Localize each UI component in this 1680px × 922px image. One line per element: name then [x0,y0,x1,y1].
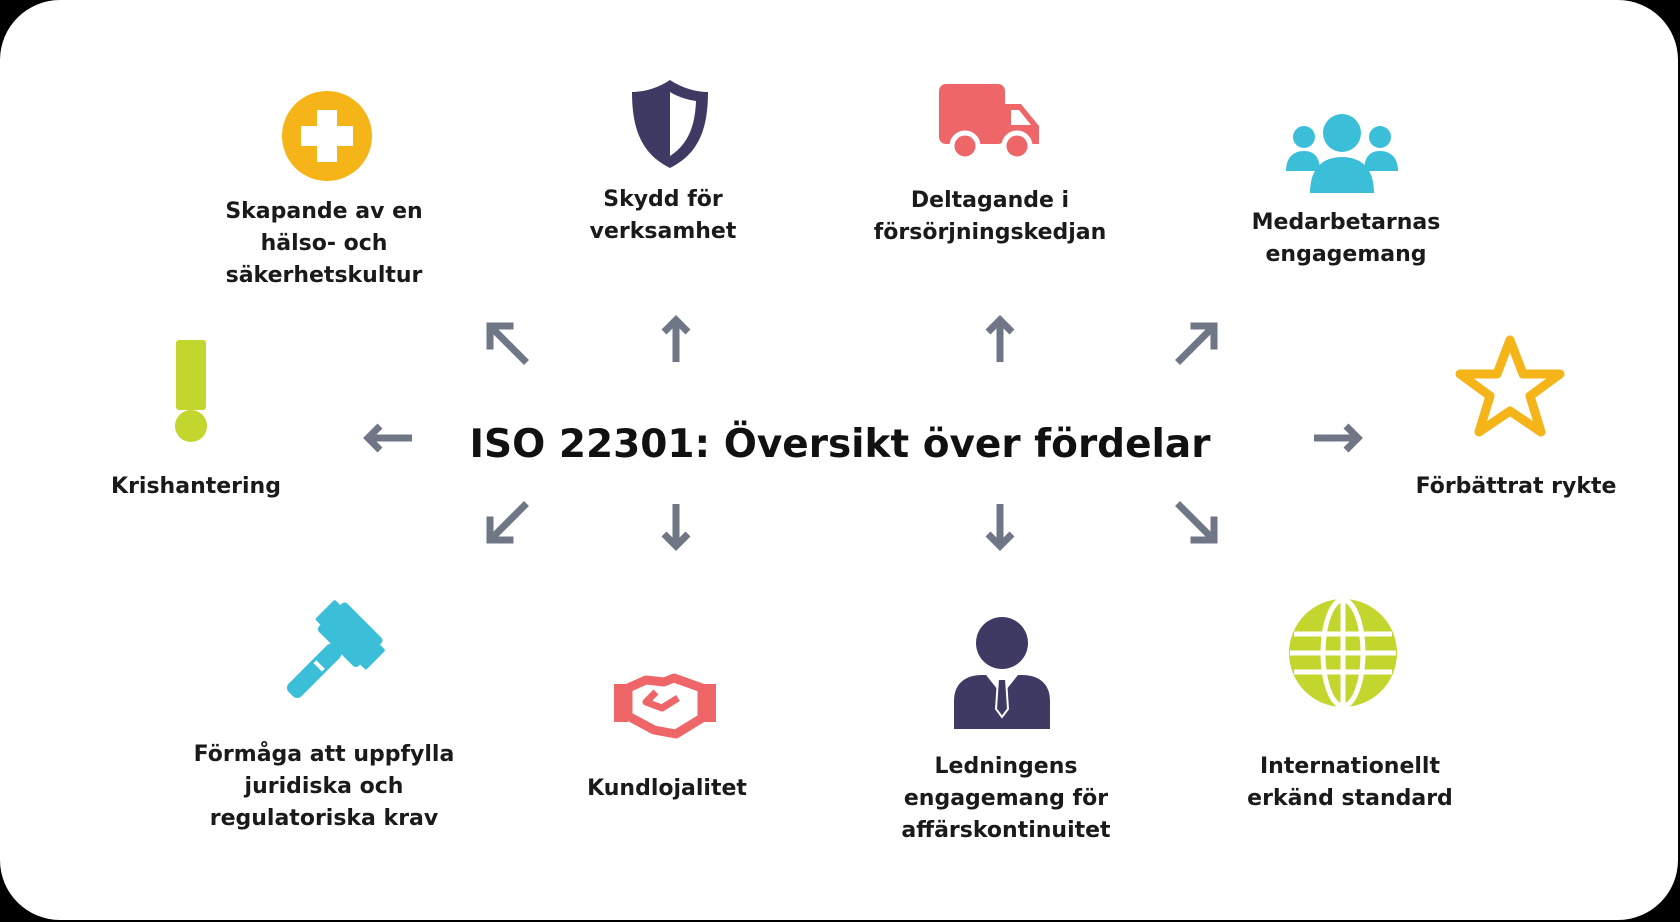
people-icon [1286,114,1398,193]
label-line: Medarbetarnas [1251,210,1441,235]
diagram-title: ISO 22301: Översikt över fördelar [469,422,1211,467]
label-supply-chain: Deltagande i försörjningskedjan [874,185,1107,249]
shield-icon [632,80,708,168]
label-line: säkerhetskultur [225,263,423,288]
arrow-up-1 [661,315,691,362]
label-line: engagemang för [903,786,1109,811]
label-customer-loyalty: Kundlojalitet [587,773,747,805]
label-line: Deltagande i [910,188,1070,213]
label-line: juridiska och [244,774,404,799]
label-employee-engagement: Medarbetarnas engagemang [1252,207,1441,271]
label-line: Krishantering [111,474,281,499]
handshake-icon [614,673,716,739]
exclamation-icon [175,340,207,442]
arrow-down-left [486,501,529,544]
label-line: affärskontinuitet [901,818,1111,843]
arrow-up-right [1175,322,1218,365]
label-line: verksamhet [589,219,737,244]
truck-icon [939,84,1039,162]
arrow-down-1 [661,504,691,551]
label-line: Kundlojalitet [587,776,747,801]
label-line: Internationellt [1259,754,1440,779]
arrow-down-right [1175,501,1218,544]
diagram-card: ISO 22301: Översikt över fördelar Skapan… [0,0,1678,920]
label-line: engagemang [1265,242,1427,267]
arrow-up-2 [985,315,1015,362]
plus-circle-icon [282,91,372,181]
arrow-left [363,423,412,453]
businessman-icon [954,617,1050,729]
label-health-safety-culture: Skapande av en hälso- och säkerhetskultu… [225,196,422,292]
label-crisis-management: Krishantering [111,471,281,503]
label-line: erkänd standard [1247,786,1453,811]
label-improved-reputation: Förbättrat rykte [1416,471,1617,503]
arrow-down-2 [985,504,1015,551]
label-line: försörjningskedjan [873,220,1107,245]
label-international-standard: Internationellt erkänd standard [1247,751,1453,815]
arrow-right [1314,423,1363,453]
gavel-icon [286,600,385,699]
label-legal-compliance: Förmåga att uppfylla juridiska och regul… [194,739,455,835]
globe-icon [1289,598,1397,708]
star-icon [1455,335,1565,437]
label-line: Skapande av en [225,199,423,224]
label-business-protection: Skydd för verksamhet [590,184,737,248]
label-line: Förbättrat rykte [1415,474,1617,499]
arrow-up-left [486,322,529,365]
label-line: hälso- och [260,231,388,256]
label-leadership-commitment: Ledningens engagemang för affärskontinui… [901,751,1110,847]
label-line: Skydd för [603,187,723,212]
label-line: Förmåga att uppfylla [193,742,455,767]
label-line: Ledningens [934,754,1078,779]
label-line: regulatoriska krav [209,806,439,831]
